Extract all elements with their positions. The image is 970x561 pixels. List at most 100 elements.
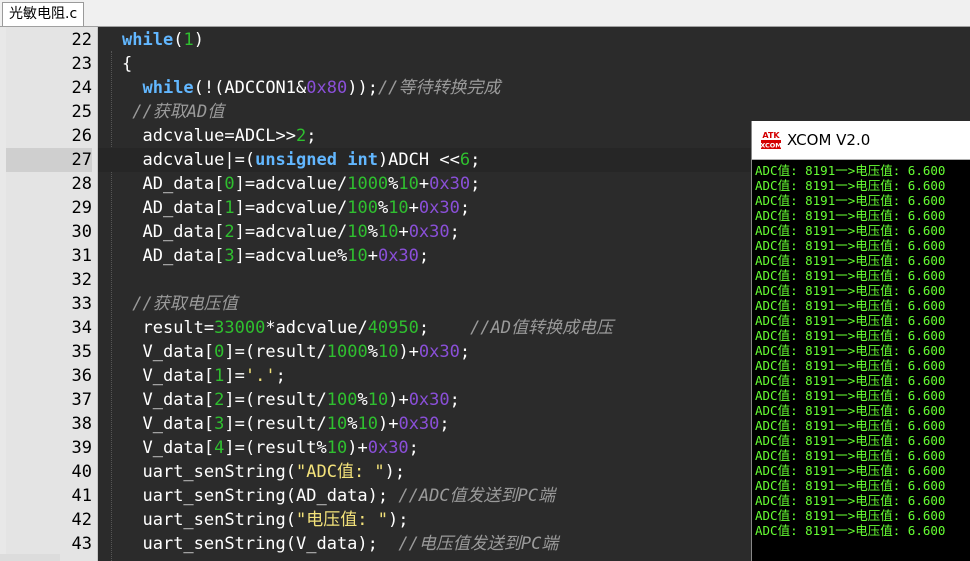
code-token: //电压值发送到PC端 [398,534,559,554]
line-number: 38 [71,414,92,434]
serial-output-line: ADC值: 8191一>电压值: 6.600 [755,223,946,238]
code-token: % [367,342,378,362]
code-line[interactable]: V_data[2]=(result/100%10)+0x30; [122,388,460,412]
code-line[interactable]: //获取电压值 [122,292,238,316]
code-line[interactable]: result=33000*adcvalue/40950; //AD值转换成电压 [122,316,613,340]
code-token: AD_data[ [142,222,225,242]
code-token: 40950 [367,318,419,338]
tab-source-file[interactable]: 光敏电阻.c [2,2,85,26]
serial-output-line: ADC值: 8191一>电压值: 6.600 [755,298,946,313]
code-line[interactable]: V_data[0]=(result/1000%10)+0x30; [122,340,470,364]
xcom-window[interactable]: ATK XCOM XCOM V2.0 ADC值: 8191一>电压值: 6.60… [751,121,970,561]
code-token: AD_data[ [142,246,225,266]
code-token: 0x30 [418,198,460,218]
serial-output-line: ADC值: 8191一>电压值: 6.600 [755,313,946,328]
serial-output-line: ADC值: 8191一>电压值: 6.600 [755,433,946,448]
code-token: 2 [296,126,307,146]
line-number: 34 [71,318,92,338]
code-token: 0x30 [418,342,460,362]
code-token: 100 [347,198,378,218]
code-line[interactable]: V_data[3]=(result/10%10)+0x30; [122,412,450,436]
code-token: ; [459,342,471,362]
code-token: adcvalue|=( [142,150,256,170]
code-token: AD_data[ [142,174,225,194]
line-number: 37 [71,390,92,410]
code-token: //获取电压值 [132,294,238,314]
code-line[interactable]: V_data[1]='.'; [122,364,285,388]
code-token: ]=adcvalue/ [234,174,348,194]
code-token: ( [173,30,184,50]
line-number: 30 [71,222,92,242]
serial-output-line: ADC值: 8191一>电压值: 6.600 [755,208,946,223]
code-line[interactable]: AD_data[0]=adcvalue/1000%10+0x30; [122,172,480,196]
code-line[interactable]: uart_senString(V_data); //电压值发送到PC端 [122,532,558,556]
code-token: )ADCH << [377,150,460,170]
code-token: ; [439,414,450,434]
code-token: 0x30 [398,414,440,434]
horizontal-scrollbar[interactable] [0,554,60,561]
code-token: + [408,198,419,218]
code-line[interactable]: AD_data[2]=adcvalue/10%10+0x30; [122,220,459,244]
xcom-title-bar[interactable]: ATK XCOM XCOM V2.0 [752,121,970,160]
code-line[interactable]: V_data[4]=(result%10)+0x30; [122,436,419,460]
code-token: AD_data[ [142,198,225,218]
code-line[interactable]: //获取AD值 [122,100,224,124]
code-line[interactable]: while(1) [122,28,204,52]
serial-output-line: ADC值: 8191一>电压值: 6.600 [755,493,946,508]
code-token: 10 [326,414,348,434]
code-line[interactable]: adcvalue=ADCL>>2; [122,124,317,148]
code-line[interactable]: { [122,52,132,76]
code-token: )); [347,78,378,98]
code-token: ) [193,30,204,50]
code-token: 10 [326,438,348,458]
serial-output-line: ADC值: 8191一>电压值: 6.600 [755,328,946,343]
code-token: ; [306,126,317,146]
code-line[interactable]: uart_senString(AD_data); //ADC值发送到PC端 [122,484,555,508]
code-token: ; [470,174,481,194]
code-token: ; [408,438,419,458]
code-token: 10 [357,414,378,434]
serial-output-line: ADC值: 8191一>电压值: 6.600 [755,178,946,193]
code-token: ; [470,150,481,170]
svg-text:ATK: ATK [762,131,780,140]
code-token: 3 [214,414,225,434]
code-token: % [357,390,368,410]
code-token: (!(ADCCON1& [193,78,307,98]
code-token: 3 [224,246,235,266]
code-line[interactable]: AD_data[1]=adcvalue/100%10+0x30; [122,196,470,220]
line-number: 23 [71,54,92,74]
line-number: 28 [71,174,92,194]
code-token: *adcvalue/ [265,318,368,338]
code-line[interactable]: uart_senString("ADC值: "); [122,460,405,484]
line-number: 35 [71,342,92,362]
code-line[interactable]: adcvalue|=(unsigned int)ADCH <<6; [122,148,480,172]
serial-output-line: ADC值: 8191一>电压值: 6.600 [755,373,946,388]
code-token: //获取AD值 [132,102,225,122]
code-token: 10 [388,198,409,218]
code-line[interactable]: while(!(ADCCON1&0x80));//等待转换完成 [122,76,500,100]
serial-output-line: ADC值: 8191一>电压值: 6.600 [755,448,946,463]
code-token: //ADC值发送到PC端 [398,486,556,506]
code-line[interactable]: AD_data[3]=adcvalue%10+0x30; [122,244,429,268]
code-token: 1 [183,30,194,50]
serial-output[interactable]: ADC值: 8191一>电压值: 6.600 ADC值: 8191一>电压值: 6… [755,163,969,538]
code-line[interactable]: uart_senString("电压值: "); [122,508,408,532]
xcom-title: XCOM V2.0 [787,131,871,149]
code-token: + [418,174,430,194]
code-token: uart_senString(V_data); [142,534,399,554]
code-token: ; [449,390,460,410]
code-token: 1 [214,366,225,386]
code-token: ]=adcvalue% [234,246,348,266]
code-token: adcvalue=ADCL>> [142,126,297,146]
code-token: 0 [224,174,235,194]
serial-output-line: ADC值: 8191一>电压值: 6.600 [755,388,946,403]
